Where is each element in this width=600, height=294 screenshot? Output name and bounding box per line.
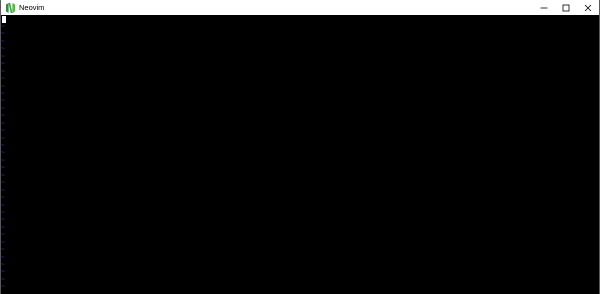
close-icon [584, 4, 592, 11]
window-title: Neovim [19, 3, 45, 12]
empty-line-tilde: ~ [1, 275, 5, 283]
empty-line-tilde: ~ [1, 253, 5, 261]
empty-line-tilde: ~ [1, 89, 5, 97]
empty-line-tilde: ~ [1, 67, 5, 75]
empty-line-tilde: ~ [1, 60, 5, 68]
empty-line-tilde: ~ [1, 134, 5, 142]
empty-line-tilde: ~ [1, 208, 5, 216]
neovim-window: Neovim ~ ~ ~ ~ ~ ~ ~ ~ ~ ~ ~ ~ ~ ~ ~ ~ ~ ~ ~ ~ ~ ~ ~ ~ ~ ~ [0, 0, 600, 294]
maximize-icon [562, 4, 570, 11]
empty-line-tilde: ~ [1, 179, 5, 187]
empty-line-tilde: ~ [1, 97, 5, 105]
empty-line-tilde: ~ [1, 45, 5, 53]
neovim-logo-icon [6, 2, 15, 13]
empty-line-tilde: ~ [1, 201, 5, 209]
empty-line-tilde: ~ [1, 127, 5, 135]
empty-line-tilde: ~ [1, 231, 5, 239]
empty-line-tilde: ~ [1, 223, 5, 231]
empty-line-tilde: ~ [1, 164, 5, 172]
empty-line-tilde: ~ [1, 216, 5, 224]
empty-line-tilde: ~ [1, 142, 5, 149]
empty-line-tilde: ~ [1, 104, 5, 112]
empty-line-tilde: ~ [1, 23, 5, 30]
empty-line-tilde: ~ [1, 268, 5, 276]
empty-line-tilde: ~ [1, 194, 5, 202]
maximize-button[interactable] [555, 0, 577, 15]
empty-line-tilde: ~ [1, 283, 5, 291]
empty-line-tilde: ~ [1, 246, 5, 254]
empty-line-markers: ~ ~ ~ ~ ~ ~ ~ ~ ~ ~ ~ ~ ~ ~ ~ ~ ~ ~ ~ ~ ~ ~ ~ ~ ~ ~ ~ ~ ~ ~ ~ ~ ~ ~ ~ ~ [1, 23, 7, 291]
minimize-icon [540, 7, 548, 8]
empty-line-tilde: ~ [1, 186, 5, 194]
empty-line-tilde: ~ [1, 75, 5, 83]
empty-line-tilde: ~ [1, 82, 5, 90]
text-cursor [2, 16, 6, 23]
editor-buffer[interactable]: ~ ~ ~ ~ ~ ~ ~ ~ ~ ~ ~ ~ ~ ~ ~ ~ ~ ~ ~ ~ ~ ~ ~ ~ ~ ~ ~ ~ ~ ~ ~ ~ ~ ~ ~ ~ [1, 15, 599, 294]
minimize-button[interactable] [533, 0, 555, 15]
empty-line-tilde: ~ [1, 112, 5, 120]
empty-line-tilde: ~ [1, 261, 5, 268]
empty-line-tilde: ~ [1, 119, 5, 127]
empty-line-tilde: ~ [1, 171, 5, 179]
empty-line-tilde: ~ [1, 30, 5, 38]
empty-line-tilde: ~ [1, 37, 5, 45]
empty-line-tilde: ~ [1, 156, 5, 164]
empty-line-tilde: ~ [1, 149, 5, 157]
window-controls [533, 0, 599, 15]
close-button[interactable] [577, 0, 599, 15]
empty-line-tilde: ~ [1, 238, 5, 246]
title-bar[interactable]: Neovim [1, 0, 599, 15]
empty-line-tilde: ~ [1, 52, 5, 60]
